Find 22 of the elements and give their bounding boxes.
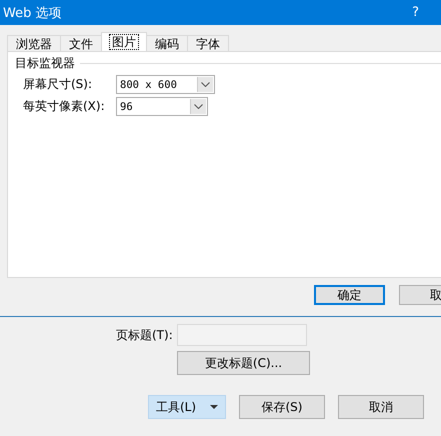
tab[interactable]: 字体 <box>187 35 229 51</box>
window-title: Web 选项 <box>3 4 62 22</box>
footer-button[interactable]: 取消 <box>338 395 424 419</box>
group-title: 目标监视器 <box>15 55 75 72</box>
field-label: 每英寸像素(X): <box>23 98 106 115</box>
chevron-down-icon <box>201 82 210 87</box>
help-button[interactable]: ? <box>406 5 437 20</box>
tab[interactable]: 文件 <box>60 35 102 51</box>
caret-icon <box>210 405 218 409</box>
tab[interactable]: 浏览器 <box>7 35 61 51</box>
chevron-down-icon <box>194 104 203 109</box>
ok-button[interactable]: 确定 <box>314 285 385 305</box>
dropdown-field[interactable]: 96 <box>116 97 208 116</box>
dropdown-field[interactable]: 800 x 600 <box>116 75 215 94</box>
page-title-field[interactable] <box>177 324 307 346</box>
footer-button[interactable]: 工具(L) <box>148 395 226 419</box>
footer-button[interactable]: 保存(S) <box>239 395 325 419</box>
change-title-button[interactable]: 更改标题(C)... <box>177 351 310 375</box>
tab[interactable]: 编码 <box>146 35 188 51</box>
tab[interactable]: 图片 <box>101 32 147 51</box>
field-label: 屏幕尺寸(S): <box>23 76 94 93</box>
field-label: 页标题(T): <box>116 326 174 344</box>
